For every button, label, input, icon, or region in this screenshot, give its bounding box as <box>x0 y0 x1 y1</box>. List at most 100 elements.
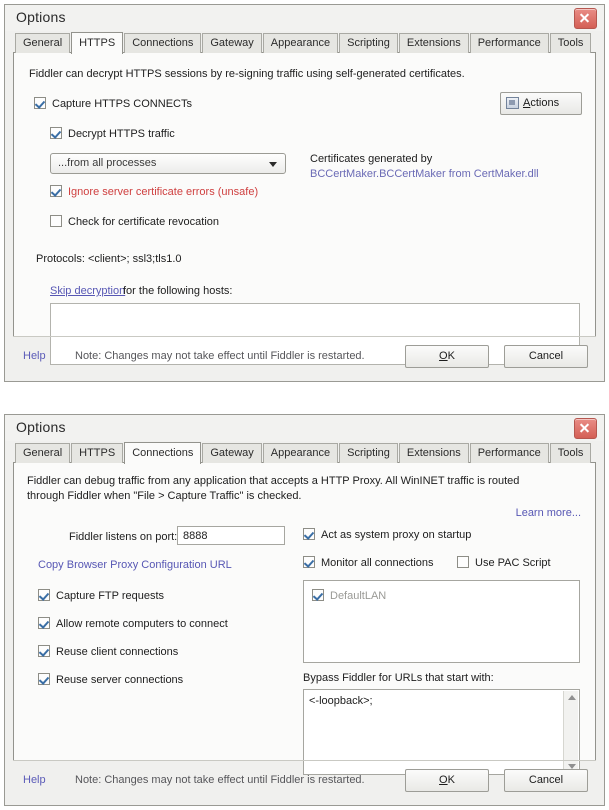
tab-strip-connections: General HTTPS Connections Gateway Appear… <box>13 441 596 464</box>
checkbox-box <box>457 556 469 568</box>
checkbox-box <box>34 97 46 109</box>
connections-description-line2: through Fiddler when "File > Capture Tra… <box>27 490 302 502</box>
checkbox-label: Capture FTP requests <box>56 590 165 602</box>
protocols-label: Protocols: <client>; ssl3;tls1.0 <box>36 253 182 265</box>
titlebar-connections: Options <box>5 415 604 441</box>
tab-tools[interactable]: Tools <box>549 33 592 53</box>
checkbox-label: Reuse server connections <box>56 674 184 686</box>
checkbox-label: Monitor all connections <box>321 557 434 569</box>
certificates-provider-label: BCCertMaker.BCCertMaker from CertMaker.d… <box>310 168 539 180</box>
tabpanel-connections: Fiddler can debug traffic from any appli… <box>13 463 596 775</box>
checkbox-box <box>312 589 324 601</box>
dialog-title: Options <box>16 419 66 435</box>
close-icon[interactable] <box>574 8 597 29</box>
tab-scripting[interactable]: Scripting <box>339 443 398 463</box>
tab-general[interactable]: General <box>15 443 71 463</box>
tab-general[interactable]: General <box>15 33 71 53</box>
tab-performance[interactable]: Performance <box>469 443 549 463</box>
titlebar-https: Options <box>5 5 604 31</box>
checkbox-act-as-system-proxy[interactable]: Act as system proxy on startup <box>303 528 471 542</box>
tab-appearance[interactable]: Appearance <box>262 33 339 53</box>
list-item-label: DefaultLAN <box>330 590 387 602</box>
tab-appearance[interactable]: Appearance <box>262 443 339 463</box>
tab-https[interactable]: HTTPS <box>71 443 124 463</box>
options-dialog-https: Options General HTTPS Connections Gatewa… <box>4 4 605 382</box>
checkbox-box <box>50 185 62 197</box>
checkbox-label: Check for certificate revocation <box>68 216 220 228</box>
dropdown-value: ...from all processes <box>58 157 157 169</box>
footer-https: Help Note: Changes may not take effect u… <box>13 336 596 375</box>
checkbox-label: Use PAC Script <box>475 557 551 569</box>
tab-performance[interactable]: Performance <box>469 33 549 53</box>
list-item[interactable]: DefaultLAN <box>312 589 386 603</box>
tab-connections[interactable]: Connections <box>124 33 202 53</box>
tab-scripting[interactable]: Scripting <box>339 33 398 53</box>
connections-description-line1: Fiddler can debug traffic from any appli… <box>27 475 520 487</box>
options-dialog-connections: Options General HTTPS Connections Gatewa… <box>4 414 605 806</box>
checkbox-capture-https-connects[interactable]: Capture HTTPS CONNECTs <box>34 97 192 111</box>
https-description: Fiddler can decrypt HTTPS sessions by re… <box>29 68 465 80</box>
checkbox-label: Act as system proxy on startup <box>321 529 472 541</box>
copy-proxy-config-url-link[interactable]: Copy Browser Proxy Configuration URL <box>38 559 232 571</box>
actions-button-label: Actions <box>523 97 560 109</box>
checkbox-allow-remote-computers[interactable]: Allow remote computers to connect <box>38 617 228 631</box>
dialog-title: Options <box>16 9 66 25</box>
cancel-button[interactable]: Cancel <box>504 769 588 792</box>
tabpanel-https: Fiddler can decrypt HTTPS sessions by re… <box>13 53 596 365</box>
help-link[interactable]: Help <box>23 774 46 786</box>
certificates-generated-by-label: Certificates generated by <box>310 153 433 165</box>
checkbox-capture-ftp[interactable]: Capture FTP requests <box>38 589 164 603</box>
certificate-icon <box>506 97 519 109</box>
tab-https[interactable]: HTTPS <box>71 32 124 54</box>
help-link[interactable]: Help <box>23 350 46 362</box>
ok-button[interactable]: OK <box>405 769 489 792</box>
port-value: 8888 <box>183 530 208 542</box>
tabs-host-connections: General HTTPS Connections Gateway Appear… <box>13 441 596 775</box>
tab-gateway[interactable]: Gateway <box>202 443 262 463</box>
checkbox-box <box>303 528 315 540</box>
tab-extensions[interactable]: Extensions <box>398 33 469 53</box>
ok-button[interactable]: OK <box>405 345 489 368</box>
tab-extensions[interactable]: Extensions <box>398 443 469 463</box>
skip-decryption-link[interactable]: Skip decryption <box>50 285 125 297</box>
learn-more-link[interactable]: Learn more... <box>516 507 581 519</box>
port-input[interactable]: 8888 <box>177 526 285 545</box>
restart-note: Note: Changes may not take effect until … <box>75 350 365 362</box>
checkbox-check-cert-revocation[interactable]: Check for certificate revocation <box>50 215 219 229</box>
checkbox-use-pac-script[interactable]: Use PAC Script <box>457 556 551 570</box>
checkbox-box <box>38 645 50 657</box>
checkbox-label: Decrypt HTTPS traffic <box>68 128 175 140</box>
skip-decryption-suffix: for the following hosts: <box>123 285 233 297</box>
checkbox-label: Reuse client connections <box>56 646 179 658</box>
tab-strip-https: General HTTPS Connections Gateway Appear… <box>13 31 596 54</box>
checkbox-decrypt-https-traffic[interactable]: Decrypt HTTPS traffic <box>50 127 175 141</box>
process-filter-dropdown[interactable]: ...from all processes <box>50 153 286 174</box>
checkbox-monitor-all-connections[interactable]: Monitor all connections <box>303 556 434 570</box>
tab-tools[interactable]: Tools <box>549 443 592 463</box>
connections-listbox[interactable]: DefaultLAN <box>303 580 580 663</box>
restart-note: Note: Changes may not take effect until … <box>75 774 365 786</box>
checkbox-reuse-client-connections[interactable]: Reuse client connections <box>38 645 178 659</box>
checkbox-box <box>38 617 50 629</box>
close-icon[interactable] <box>574 418 597 439</box>
scroll-up-icon[interactable] <box>568 695 576 700</box>
checkbox-label: Allow remote computers to connect <box>56 618 228 630</box>
checkbox-label: Ignore server certificate errors (unsafe… <box>68 186 259 198</box>
actions-button[interactable]: Actions <box>500 92 582 115</box>
chevron-down-icon <box>269 162 277 167</box>
tab-connections[interactable]: Connections <box>124 442 202 464</box>
checkbox-reuse-server-connections[interactable]: Reuse server connections <box>38 673 183 687</box>
port-label: Fiddler listens on port: <box>69 531 178 543</box>
checkbox-box <box>50 215 62 227</box>
checkbox-label: Capture HTTPS CONNECTs <box>52 98 192 110</box>
tab-gateway[interactable]: Gateway <box>202 33 262 53</box>
checkbox-box <box>50 127 62 139</box>
checkbox-box <box>38 589 50 601</box>
tabs-host-https: General HTTPS Connections Gateway Appear… <box>13 31 596 365</box>
checkbox-box <box>303 556 315 568</box>
bypass-value: <-loopback>; <box>309 695 373 707</box>
cancel-button[interactable]: Cancel <box>504 345 588 368</box>
checkbox-box <box>38 673 50 685</box>
bypass-label: Bypass Fiddler for URLs that start with: <box>303 672 494 684</box>
checkbox-ignore-cert-errors[interactable]: Ignore server certificate errors (unsafe… <box>50 185 258 199</box>
